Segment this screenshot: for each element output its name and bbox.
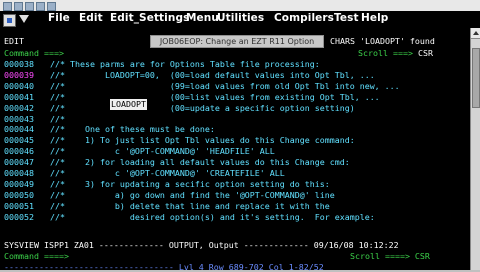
menu-test[interactable]: Test [334, 12, 359, 24]
line-number[interactable]: 000039 [4, 70, 34, 80]
line-number[interactable]: 000042 [4, 103, 34, 113]
line-number[interactable]: 000051 [4, 201, 34, 211]
line-number[interactable]: 000038 [4, 59, 34, 69]
sysview-status-line: SYSVIEW ISPP1 ZA01 ------------- OUTPUT,… [4, 240, 399, 250]
line-text[interactable]: //* 2) for loading all default values do… [50, 157, 350, 167]
line-text[interactable]: //* 1) To just list Opt Tbl values do th… [50, 135, 355, 145]
dropdown-arrow-icon[interactable] [19, 15, 29, 23]
menu-edit[interactable]: Edit [79, 12, 103, 24]
line-number[interactable]: 000040 [4, 81, 34, 91]
line-number[interactable]: 000046 [4, 146, 34, 156]
toolbar-button[interactable] [3, 2, 12, 11]
found-highlight: LOADOPT [110, 99, 147, 110]
line-number[interactable]: 000043 [4, 114, 34, 124]
line-text[interactable]: //* desired option(s) and it's setting. … [50, 212, 375, 222]
line-text[interactable]: //* 3) for updating a secific option set… [50, 179, 330, 189]
line-number[interactable]: 000044 [4, 124, 34, 134]
scroll-label: Scroll ===> [358, 48, 413, 58]
menu-utilities[interactable]: Utilities [217, 12, 264, 24]
terminal-screen: EDIT JOB06EOP: Change an EZT R11 Option … [0, 28, 470, 272]
line-number[interactable]: 000045 [4, 135, 34, 145]
footer-position: ---------------------------------- Lvl 4… [4, 262, 324, 272]
toolbar-button[interactable] [25, 2, 34, 11]
menu-file[interactable]: File [48, 12, 70, 24]
line-number[interactable]: 000049 [4, 179, 34, 189]
dataset-status: CHARS 'LOADOPT' found [330, 36, 435, 46]
footer-scroll: Scroll ====> CSR [350, 251, 430, 261]
line-text[interactable]: //* c '@OPT-COMMAND@' 'HEADFILE' ALL [50, 146, 275, 156]
app-icon[interactable] [3, 14, 16, 27]
line-text[interactable]: //* One of these must be done: [50, 124, 215, 134]
menu-help[interactable]: Help [361, 12, 388, 24]
menu-compilers[interactable]: Compilers [274, 12, 334, 24]
toolbar-button[interactable] [47, 2, 56, 11]
line-number[interactable]: 000041 [4, 92, 34, 102]
scroll-thumb[interactable] [472, 48, 480, 108]
line-text[interactable]: //* (99=load values from old Opt Tbl int… [50, 81, 400, 91]
toolbar-button[interactable] [14, 2, 23, 11]
line-text[interactable]: //* b) delete that line and replace it w… [50, 201, 330, 211]
menu-menu[interactable]: Menu [186, 12, 219, 24]
line-number[interactable]: 000050 [4, 190, 34, 200]
line-number[interactable]: 000047 [4, 157, 34, 167]
line-text[interactable]: //* [50, 114, 65, 124]
toolbar-button[interactable] [36, 2, 45, 11]
line-number[interactable]: 000048 [4, 168, 34, 178]
line-text[interactable]: //* (00=list values from existing Opt Tb… [50, 92, 380, 102]
line-text[interactable]: //* These parms are for Options Table fi… [50, 59, 320, 69]
scroll-up-arrow-icon[interactable] [471, 28, 480, 39]
footer-command-label: Command ====> [4, 251, 69, 261]
edit-mode-label: EDIT [4, 36, 24, 46]
line-text[interactable]: //* a) go down and find the '@OPT-COMMAN… [50, 190, 335, 200]
scroll-value[interactable]: CSR [418, 48, 433, 58]
title-banner: JOB06EOP: Change an EZT R11 Option [150, 35, 324, 48]
command-label: Command ===> [4, 48, 64, 58]
line-text[interactable]: //* LOADOPT=00, (00=load default values … [50, 70, 375, 80]
menu-bar: File Edit Edit_Settings Menu Utilities C… [0, 11, 480, 28]
menu-edit-settings[interactable]: Edit_Settings [110, 12, 189, 24]
line-text[interactable]: //* (00=update a specific option setting… [50, 103, 355, 113]
line-text[interactable]: //* c '@OPT-COMMAND@' 'CREATEFILE' ALL [50, 168, 285, 178]
vertical-scrollbar[interactable] [470, 28, 480, 270]
line-number[interactable]: 000052 [4, 212, 34, 222]
